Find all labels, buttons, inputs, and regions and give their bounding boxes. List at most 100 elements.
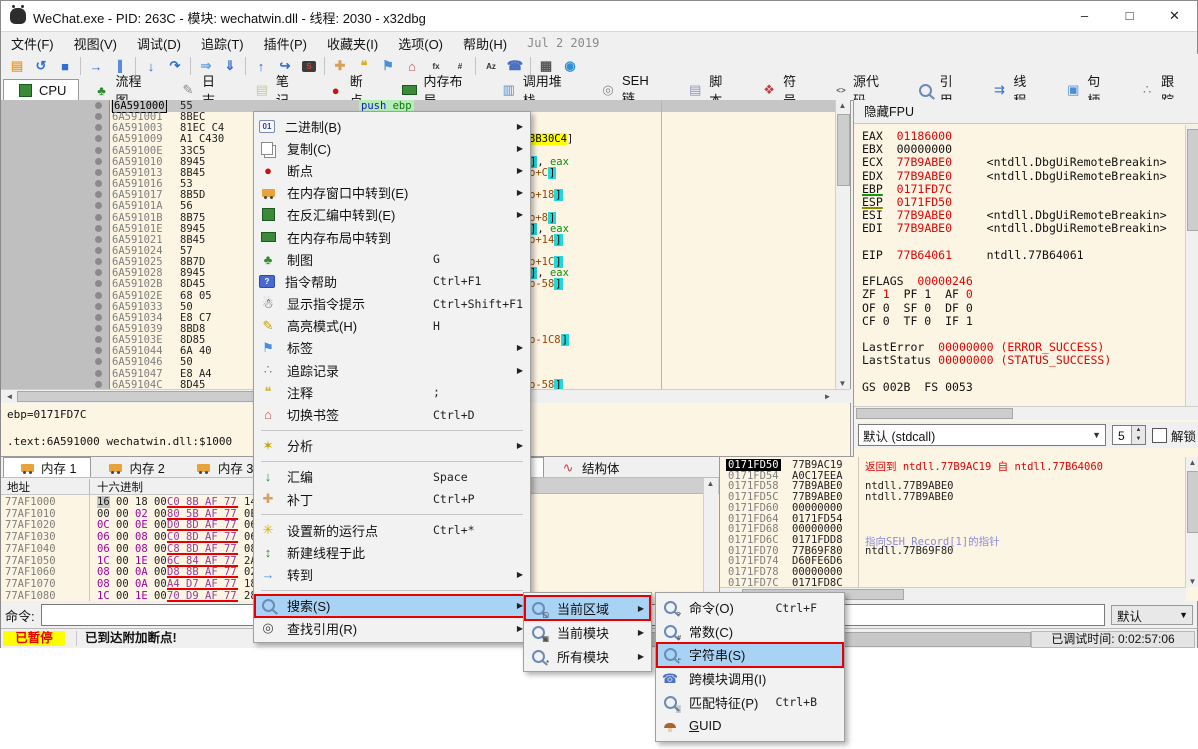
menu-item-label[interactable]: ⚑标签▶: [255, 337, 529, 359]
tab-笔记[interactable]: ▤笔记: [240, 79, 314, 100]
stack-vertical-scrollbar[interactable]: ▲ ▼: [1185, 457, 1198, 587]
menu-item-label: 断点: [287, 161, 313, 180]
menu-item-search[interactable]: 搜索(S)▶: [255, 595, 529, 617]
menu-separator: [261, 430, 523, 431]
minimize-button[interactable]: –: [1062, 1, 1107, 30]
bookmarks-icon[interactable]: ⌂: [400, 56, 424, 76]
menubar-item-0[interactable]: 文件(F): [1, 32, 64, 55]
tab-CPU[interactable]: CPU: [3, 79, 79, 100]
menu-item-instruction-help[interactable]: ?指令帮助Ctrl+F1: [255, 270, 529, 292]
menubar-item-7[interactable]: 帮助(H): [453, 32, 517, 55]
registers-horizontal-scrollbar[interactable]: [854, 406, 1198, 420]
menu-item-follow-in-disasm[interactable]: 在反汇编中转到(E)▶: [255, 204, 529, 226]
hide-fpu-button[interactable]: 隐藏FPU: [854, 100, 1198, 124]
registers-vertical-scrollbar[interactable]: [1185, 125, 1198, 406]
menu-item-command[interactable]: >命令(O)Ctrl+F: [657, 596, 843, 620]
disasm-vertical-scrollbar[interactable]: ▲ ▼: [835, 100, 850, 389]
menu-item-current-module[interactable]: ▣当前模块▶: [525, 620, 650, 644]
menu-item-copy[interactable]: 复制(C)▶: [255, 137, 529, 159]
menubar-item-4[interactable]: 插件(P): [254, 32, 317, 55]
register-line[interactable]: CF 0 TF 0 IF 1: [862, 315, 1184, 328]
menu-item-guid[interactable]: GUID: [657, 714, 843, 738]
window-title: WeChat.exe - PID: 263C - 模块: wechatwin.d…: [33, 8, 426, 27]
tab-结构体[interactable]: ∿结构体: [544, 457, 635, 477]
tab-内存布局[interactable]: 内存布局: [388, 79, 487, 100]
divider: [858, 457, 859, 587]
tab-符号[interactable]: ❖符号: [747, 79, 821, 100]
menu-item-toggle-bookmark[interactable]: ⌂切换书签Ctrl+D: [255, 403, 529, 425]
calling-convention-select[interactable]: 默认 (stdcall) ▼: [858, 424, 1106, 446]
tab-调用堆栈[interactable]: ▥调用堆栈: [487, 79, 586, 100]
unlock-checkbox[interactable]: [1152, 428, 1167, 443]
register-line[interactable]: GS 002B FS 0053: [862, 381, 1184, 394]
menu-item-patch[interactable]: ✚补丁Ctrl+P: [255, 488, 529, 510]
menu-item-label: 所有模块: [557, 647, 609, 666]
menu-item-goto[interactable]: →转到▶: [255, 564, 529, 586]
menu-item-graph[interactable]: ♣制图G: [255, 248, 529, 270]
menubar-item-5[interactable]: 收藏夹(I): [317, 32, 388, 55]
command-type-dropdown[interactable]: 默认 ▼: [1111, 605, 1193, 625]
close-button[interactable]: ✕: [1152, 1, 1197, 30]
menu-item-binary[interactable]: 01二进制(B)▶: [255, 115, 529, 137]
register-line[interactable]: EDI 77B9ABE0 <ntdll.DbgUiRemoteBreakin>: [862, 222, 1184, 235]
register-line[interactable]: LastStatus 00000000 (STATUS_SUCCESS): [862, 354, 1184, 367]
tab-流程图[interactable]: ♣流程图: [79, 79, 166, 100]
dump-truck-icon: [18, 464, 36, 472]
menubar-item-3[interactable]: 追踪(T): [191, 32, 254, 55]
step-out-icon[interactable]: ↑: [249, 56, 273, 76]
stop-icon[interactable]: ■: [53, 56, 77, 76]
menu-item-current-region[interactable]: ▢当前区域▶: [525, 596, 650, 620]
menu-item-follow-in-dump[interactable]: 在内存窗口中转到(E)▶: [255, 182, 529, 204]
memory-address: 77AF1040: [5, 543, 56, 555]
menu-item-show-mnemonic-brief[interactable]: ☃显示指令提示Ctrl+Shift+F1: [255, 293, 529, 315]
tree-icon: ♣: [259, 252, 277, 267]
step-over-icon[interactable]: ↷: [163, 56, 187, 76]
memory-tab-内存 1[interactable]: 内存 1: [3, 457, 91, 477]
maximize-button[interactable]: □: [1107, 1, 1152, 30]
memory-tab-内存 2[interactable]: 内存 2: [91, 457, 179, 477]
restart-icon[interactable]: ↺: [29, 56, 53, 76]
menubar-item-1[interactable]: 视图(V): [64, 32, 127, 55]
stack-pane[interactable]: 0171FD5077B9AC19返回到 ntdll.77B9AC19 自 ntd…: [719, 457, 1198, 601]
menu-item-intermodular-calls[interactable]: ☎跨模块调用(I): [657, 667, 843, 691]
menu-item-set-new-origin[interactable]: ✳设置新的运行点Ctrl+*: [255, 519, 529, 541]
menu-item-breakpoint[interactable]: ●断点▶: [255, 159, 529, 181]
menu-item-pattern[interactable]: ▒匹配特征(P)Ctrl+B: [657, 690, 843, 714]
run-icon[interactable]: →: [84, 56, 108, 76]
tab-脚本[interactable]: ▤脚本: [673, 79, 747, 100]
arg-count-stepper[interactable]: 5 ▲▼: [1112, 425, 1146, 445]
menu-item-find-references[interactable]: ◎查找引用(R)▶: [255, 617, 529, 639]
tab-SEH链[interactable]: ◎SEH链: [586, 79, 673, 100]
menu-item-new-thread-here[interactable]: ↕新建线程于此: [255, 541, 529, 563]
command-type-value: 默认: [1117, 606, 1142, 625]
menubar-item-2[interactable]: 调试(D): [127, 32, 191, 55]
menubar-item-6[interactable]: 选项(O): [388, 32, 453, 55]
menu-item-label: 标签: [287, 338, 313, 357]
menu-item-all-modules[interactable]: *所有模块▶: [525, 644, 650, 668]
tab-线程[interactable]: ⇉线程: [977, 79, 1051, 100]
labels-icon[interactable]: ⚑: [376, 56, 400, 76]
menu-item-analysis[interactable]: ✶分析▶: [255, 435, 529, 457]
menu-item-comment[interactable]: ❝注释;: [255, 381, 529, 403]
tab-断点[interactable]: ●断点: [314, 79, 388, 100]
register-line[interactable]: EIP 77B64061 ntdll.77B64061: [862, 249, 1184, 262]
menu-item-trace-record[interactable]: ∴追踪记录▶: [255, 359, 529, 381]
menu-item-constant[interactable]: #常数(C): [657, 620, 843, 644]
menu-item-follow-in-memmap[interactable]: 在内存布局中转到: [255, 226, 529, 248]
tab-日志[interactable]: ✎日志: [166, 79, 240, 100]
stepper-buttons[interactable]: ▲▼: [1131, 426, 1145, 444]
open-file-icon[interactable]: ▤: [5, 56, 29, 76]
menu-item-highlight-mode[interactable]: ✎高亮模式(H)H: [255, 315, 529, 337]
tab-引用[interactable]: 引用: [904, 79, 978, 100]
strings-icon[interactable]: Az: [479, 56, 503, 76]
binary-icon: 01: [259, 120, 275, 133]
register-segment: AF: [931, 287, 966, 301]
tab-跟踪[interactable]: ∴跟踪: [1125, 79, 1198, 100]
registers-pane[interactable]: 隐藏FPU EAX 01186000EBX 00000000ECX 77B9AB…: [853, 100, 1198, 456]
patch-icon[interactable]: ✚: [328, 56, 352, 76]
tab-源代码[interactable]: <>源代码: [821, 79, 904, 100]
menu-item-string[interactable]: “字符串(S): [657, 643, 843, 667]
tab-句柄[interactable]: ▣句柄: [1051, 79, 1125, 100]
locals-vertical-scrollbar[interactable]: ▲ ▼: [703, 478, 718, 601]
menu-item-assemble[interactable]: ↓汇编Space: [255, 466, 529, 488]
